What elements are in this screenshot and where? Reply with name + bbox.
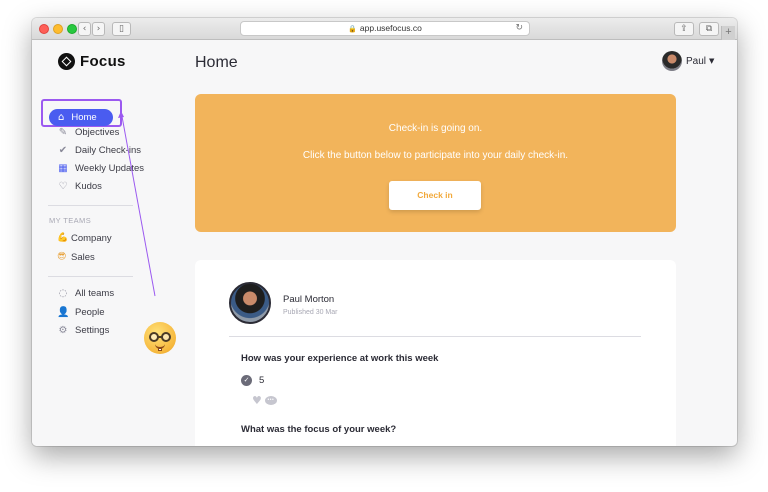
pointer-line bbox=[120, 110, 156, 297]
share-icon: ⇪ bbox=[680, 24, 688, 34]
sidebar: Focus ⌂ Home ✎ Objectives ✔ Daily Check-… bbox=[32, 41, 180, 446]
reload-icon[interactable]: ↻ bbox=[515, 22, 523, 35]
question-heading: What was the focus of your week? bbox=[241, 424, 397, 435]
forward-button[interactable]: › bbox=[92, 22, 105, 36]
url-text: app.usefocus.co bbox=[359, 23, 422, 33]
heart-icon[interactable]: ♥ bbox=[252, 394, 262, 407]
share-button[interactable]: ⇪ bbox=[674, 22, 694, 36]
check-in-button[interactable]: Check in bbox=[389, 181, 481, 210]
close-window-button[interactable] bbox=[39, 24, 49, 34]
banner-message: Click the button below to participate in… bbox=[302, 150, 569, 161]
reactions-row: ♥ ••• bbox=[252, 394, 277, 407]
minimize-window-button[interactable] bbox=[53, 24, 63, 34]
chevron-left-icon: ‹ bbox=[82, 24, 87, 34]
sidebar-icon: ▯ bbox=[119, 24, 124, 34]
browser-titlebar: ‹ › ▯ 🔒 app.usefocus.co ↻ ⇪ ⧉ bbox=[32, 18, 737, 40]
tabs-icon: ⧉ bbox=[705, 24, 713, 34]
banner-title: Check-in is going on. bbox=[388, 123, 483, 134]
caret-down-icon: ▼ bbox=[709, 57, 715, 65]
tabs-overview-button[interactable]: ⧉ bbox=[699, 22, 719, 36]
question-heading: How was your experience at work this wee… bbox=[241, 353, 439, 364]
new-tab-button[interactable]: + bbox=[721, 26, 735, 40]
nerd-face-emoji bbox=[144, 322, 176, 354]
published-date: Published 30 Mar bbox=[283, 309, 338, 316]
checkin-banner: Check-in is going on. Click the button b… bbox=[195, 94, 676, 232]
page-title: Home bbox=[195, 54, 238, 71]
author-name[interactable]: Paul Morton bbox=[283, 294, 334, 305]
lock-icon: 🔒 bbox=[348, 25, 357, 33]
glasses-lens bbox=[161, 332, 171, 342]
zoom-window-button[interactable] bbox=[67, 24, 77, 34]
glasses-bridge bbox=[158, 336, 162, 338]
check-icon: ✓ bbox=[241, 375, 252, 386]
pointer-arrowhead bbox=[118, 111, 124, 118]
address-bar[interactable]: 🔒 app.usefocus.co ↻ bbox=[240, 21, 530, 36]
sidebar-toggle-button[interactable]: ▯ bbox=[112, 22, 131, 36]
user-menu[interactable]: Paul ▼ bbox=[662, 51, 714, 71]
checkin-card: Paul Morton Published 30 Mar How was you… bbox=[195, 260, 676, 446]
browser-window: ‹ › ▯ 🔒 app.usefocus.co ↻ ⇪ ⧉ + Focus ⌂ H… bbox=[32, 18, 737, 446]
pointer-arrow bbox=[118, 110, 156, 297]
teeth bbox=[158, 348, 162, 351]
plus-icon: + bbox=[725, 26, 732, 38]
card-divider bbox=[229, 336, 641, 337]
answer-value: 5 bbox=[259, 375, 265, 386]
chevron-right-icon: › bbox=[96, 24, 101, 34]
answer-row: ✓ 5 bbox=[241, 375, 264, 386]
back-button[interactable]: ‹ bbox=[78, 22, 91, 36]
user-name: Paul bbox=[686, 55, 707, 67]
author-avatar[interactable] bbox=[229, 282, 271, 324]
comment-icon[interactable]: ••• bbox=[264, 396, 277, 405]
avatar bbox=[662, 51, 682, 71]
